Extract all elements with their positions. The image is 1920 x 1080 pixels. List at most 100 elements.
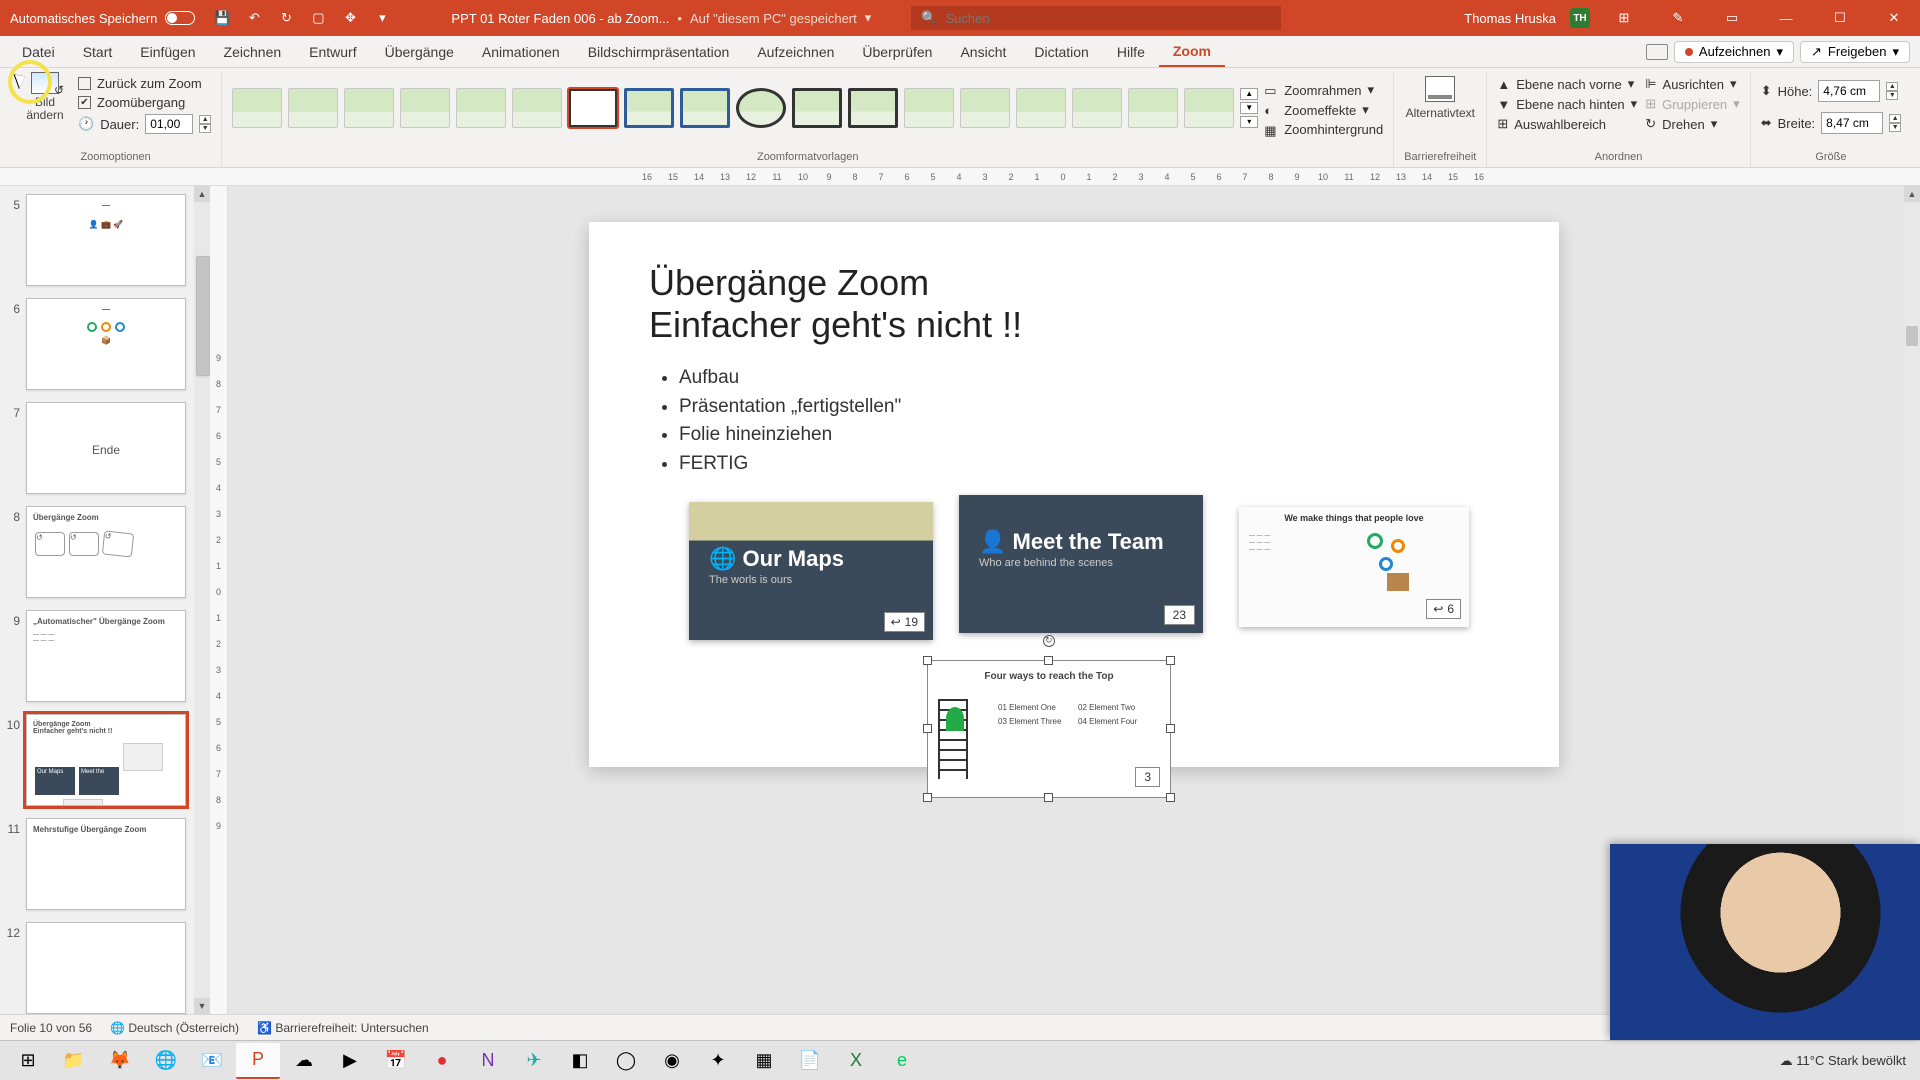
scroll-up-icon[interactable]: ▲: [194, 186, 210, 202]
selection-pane-button[interactable]: ⊞ Auswahlbereich: [1497, 116, 1637, 132]
duration-input[interactable]: [145, 114, 193, 134]
avatar[interactable]: TH: [1570, 8, 1590, 28]
rotate-button[interactable]: ↻ Drehen ▾: [1645, 116, 1739, 132]
tab-animationen[interactable]: Animationen: [468, 36, 574, 67]
slide-thumbnail[interactable]: 11Mehrstufige Übergänge Zoom: [4, 818, 204, 910]
user-name[interactable]: Thomas Hruska: [1464, 11, 1556, 26]
style-18[interactable]: [1184, 88, 1234, 128]
tab-datei[interactable]: Datei: [8, 36, 69, 67]
onenote-icon[interactable]: N: [466, 1043, 510, 1079]
zoom-effects-button[interactable]: ◐Zoomeffekte ▾: [1264, 102, 1383, 118]
zoom-border-button[interactable]: ▭Zoomrahmen ▾: [1264, 82, 1383, 98]
ink-icon[interactable]: ✎: [1658, 0, 1698, 36]
save-icon[interactable]: 💾: [213, 9, 231, 27]
search-input[interactable]: [945, 11, 1271, 26]
firefox-icon[interactable]: 🦊: [98, 1043, 142, 1079]
minimize-icon[interactable]: —: [1766, 0, 1806, 36]
style-7-selected[interactable]: [568, 88, 618, 128]
autosave[interactable]: Automatisches Speichern: [10, 11, 195, 26]
zoom-transition-checkbox[interactable]: Zoomübergang: [78, 95, 211, 110]
slide-thumbnail[interactable]: 6—📦: [4, 298, 204, 390]
zoom-frame-infographic[interactable]: We make things that people love — — —— —…: [1239, 507, 1469, 627]
app-icon[interactable]: 📄: [788, 1043, 832, 1079]
style-3[interactable]: [344, 88, 394, 128]
align-button[interactable]: ⊫ Ausrichten ▾: [1645, 76, 1739, 92]
tab-aufzeichnen[interactable]: Aufzeichnen: [743, 36, 848, 67]
record-button[interactable]: Aufzeichnen▾: [1674, 41, 1794, 63]
tab-hilfe[interactable]: Hilfe: [1103, 36, 1159, 67]
width-input[interactable]: [1821, 112, 1883, 134]
style-16[interactable]: [1072, 88, 1122, 128]
touch-icon[interactable]: ✥: [341, 9, 359, 27]
resize-handle[interactable]: [1166, 793, 1175, 802]
app-icon[interactable]: ●: [420, 1043, 464, 1079]
app-icon[interactable]: ☁: [282, 1043, 326, 1079]
excel-icon[interactable]: X: [834, 1043, 878, 1079]
vlc-icon[interactable]: ▶: [328, 1043, 372, 1079]
slide-thumbnail[interactable]: 8Übergänge Zoom↺↺↺: [4, 506, 204, 598]
slide-counter[interactable]: Folie 10 von 56: [10, 1021, 92, 1035]
send-backward-button[interactable]: ▼ Ebene nach hinten ▾: [1497, 96, 1637, 112]
style-5[interactable]: [456, 88, 506, 128]
duration-field[interactable]: 🕐 Dauer: ▲▼: [78, 114, 211, 134]
zoom-frame-team[interactable]: 👤 Meet the Team Who are behind the scene…: [959, 495, 1203, 633]
style-8[interactable]: [624, 88, 674, 128]
style-2[interactable]: [288, 88, 338, 128]
comments-icon[interactable]: [1646, 44, 1668, 60]
style-9[interactable]: [680, 88, 730, 128]
slide-thumbnail[interactable]: 5—👤 💼 🚀: [4, 194, 204, 286]
tab-entwurf[interactable]: Entwurf: [295, 36, 370, 67]
accessibility-check[interactable]: ♿ Barrierefreiheit: Untersuchen: [257, 1021, 429, 1035]
style-15[interactable]: [1016, 88, 1066, 128]
resize-handle[interactable]: [1166, 724, 1175, 733]
app-icon[interactable]: ◯: [604, 1043, 648, 1079]
tab-uebergaenge[interactable]: Übergänge: [371, 36, 468, 67]
app-icon[interactable]: ▦: [742, 1043, 786, 1079]
return-to-zoom-checkbox[interactable]: Zurück zum Zoom: [78, 76, 211, 91]
tab-ueberpruefen[interactable]: Überprüfen: [848, 36, 946, 67]
app-icon[interactable]: ✦: [696, 1043, 740, 1079]
slide-thumbnail[interactable]: 12: [4, 922, 204, 1014]
outlook-icon[interactable]: 📧: [190, 1043, 234, 1079]
start-button[interactable]: ⊞: [6, 1043, 50, 1079]
scroll-thumb[interactable]: [1906, 326, 1918, 346]
selected-zoom-frame[interactable]: Four ways to reach the Top 01 Element On…: [927, 660, 1171, 798]
file-explorer-icon[interactable]: 📁: [52, 1043, 96, 1079]
undo-icon[interactable]: ↶: [245, 9, 263, 27]
close-icon[interactable]: ✕: [1874, 0, 1914, 36]
language-indicator[interactable]: 🌐 Deutsch (Österreich): [110, 1021, 239, 1035]
spin-up[interactable]: ▲: [199, 115, 211, 124]
style-11[interactable]: [792, 88, 842, 128]
slide-thumbnail[interactable]: 9„Automatischer" Übergänge Zoom— — —— — …: [4, 610, 204, 702]
zoom-background-button[interactable]: ▦Zoomhintergrund: [1264, 122, 1383, 137]
ribbon-display-icon[interactable]: ▭: [1712, 0, 1752, 36]
tab-einfuegen[interactable]: Einfügen: [126, 36, 209, 67]
slide-thumbnail[interactable]: 10Übergänge ZoomEinfacher geht's nicht !…: [4, 714, 204, 806]
redo-icon[interactable]: ↻: [277, 9, 295, 27]
powerpoint-icon[interactable]: P: [236, 1043, 280, 1079]
tab-zeichnen[interactable]: Zeichnen: [210, 36, 296, 67]
weather-widget[interactable]: ☁ 11°C Stark bewölkt: [1780, 1053, 1906, 1069]
scroll-down-icon[interactable]: ▼: [194, 998, 210, 1014]
app-icon[interactable]: ◉: [650, 1043, 694, 1079]
tab-bildschirmpraesentation[interactable]: Bildschirmpräsentation: [574, 36, 744, 67]
app-icon[interactable]: 📅: [374, 1043, 418, 1079]
resize-handle[interactable]: [1166, 656, 1175, 665]
coming-soon-icon[interactable]: ⊞: [1604, 0, 1644, 36]
style-12[interactable]: [848, 88, 898, 128]
slide-thumbnails-pane[interactable]: 5—👤 💼 🚀6—📦7Ende8Übergänge Zoom↺↺↺9„Autom…: [0, 186, 210, 1014]
qat-more-icon[interactable]: ▾: [373, 9, 391, 27]
edge-icon[interactable]: e: [880, 1043, 924, 1079]
tab-ansicht[interactable]: Ansicht: [946, 36, 1020, 67]
resize-handle[interactable]: [923, 724, 932, 733]
telegram-icon[interactable]: ✈: [512, 1043, 556, 1079]
maximize-icon[interactable]: ☐: [1820, 0, 1860, 36]
chrome-icon[interactable]: 🌐: [144, 1043, 188, 1079]
alt-text-button[interactable]: Alternativtext: [1406, 72, 1475, 120]
change-image-button[interactable]: Bild ändern: [20, 72, 70, 122]
tab-dictation[interactable]: Dictation: [1020, 36, 1102, 67]
style-6[interactable]: [512, 88, 562, 128]
style-14[interactable]: [960, 88, 1010, 128]
zoom-frame-maps[interactable]: 🌐 Our Maps The worls is ours ↩ 19: [689, 502, 933, 640]
bring-forward-button[interactable]: ▲ Ebene nach vorne ▾: [1497, 76, 1637, 92]
